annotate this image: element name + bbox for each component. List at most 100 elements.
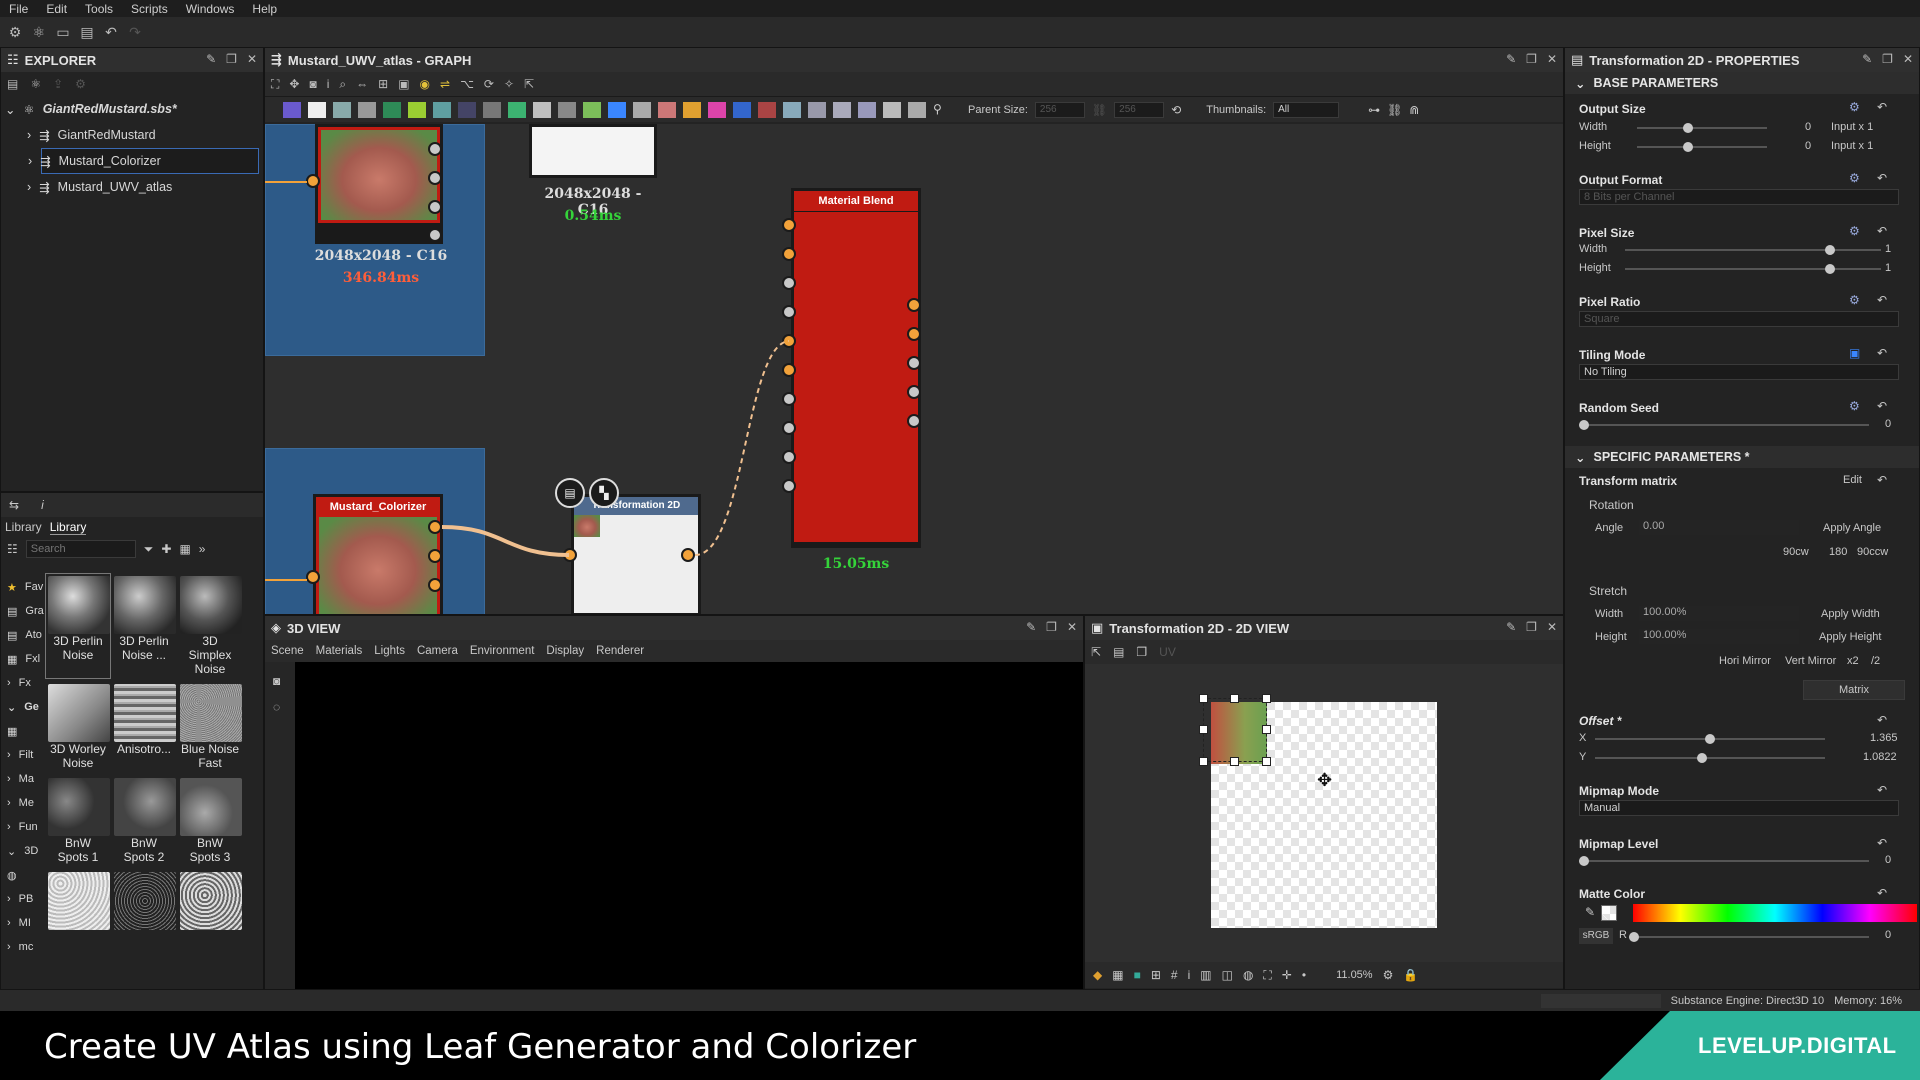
output-height-slider[interactable] bbox=[1637, 146, 1767, 148]
reset-size-icon[interactable]: ⟲ bbox=[1171, 103, 1181, 117]
red-channel-value[interactable]: 0 bbox=[1885, 929, 1891, 941]
matrix-button[interactable]: Matrix bbox=[1803, 680, 1905, 700]
gizmo-handle[interactable] bbox=[1199, 757, 1208, 766]
rotate-180-button[interactable]: 180 bbox=[1829, 546, 1847, 558]
open-folder-icon[interactable]: ▭ bbox=[54, 23, 72, 41]
pin-icon[interactable]: ✎ bbox=[1506, 620, 1516, 634]
library-tree-icon[interactable]: ⇆ bbox=[9, 498, 19, 512]
param-link-icon[interactable]: ⚙ bbox=[1849, 293, 1860, 307]
node-pixel-icon[interactable] bbox=[508, 101, 526, 118]
pin-icon[interactable]: ✎ bbox=[1862, 52, 1872, 66]
x2-button[interactable]: x2 bbox=[1847, 655, 1859, 667]
apply-angle-button[interactable]: Apply Angle bbox=[1823, 522, 1881, 534]
menu-scene[interactable]: Scene bbox=[271, 645, 304, 657]
node-warp-icon[interactable] bbox=[458, 101, 476, 118]
category-fun[interactable]: › Fun bbox=[1, 815, 41, 839]
copy-icon[interactable]: ❐ bbox=[1136, 645, 1147, 659]
grid-view-icon[interactable]: ▦ bbox=[179, 542, 190, 556]
node-grid-icon[interactable] bbox=[858, 101, 876, 118]
rotate-90cw-button[interactable]: 90cw bbox=[1783, 546, 1809, 558]
graph-canvas[interactable]: 2048x2048 - C16 346.84ms 2048x2048 - C16… bbox=[265, 124, 1563, 614]
gizmo-handle[interactable] bbox=[1262, 725, 1271, 734]
new-graph-icon[interactable]: ⚛ bbox=[30, 23, 48, 41]
reset-icon[interactable]: ↶ bbox=[1877, 399, 1887, 413]
reset-icon[interactable]: ↶ bbox=[1877, 836, 1887, 850]
node-stack-icon[interactable] bbox=[833, 101, 851, 118]
link-size-icon[interactable]: ⛓ bbox=[1092, 103, 1107, 117]
gizmo-handle[interactable] bbox=[1230, 757, 1239, 766]
magnet-icon[interactable]: ⋒ bbox=[1409, 103, 1419, 117]
output-format-select[interactable]: 8 Bits per Channel bbox=[1579, 189, 1899, 205]
menu-lights[interactable]: Lights bbox=[374, 645, 405, 657]
color-toggle-icon[interactable]: ■ bbox=[1134, 968, 1141, 982]
settings-icon[interactable]: ⚙ bbox=[1383, 968, 1394, 982]
grid-icon[interactable]: # bbox=[1171, 968, 1178, 982]
menu-windows[interactable]: Windows bbox=[177, 2, 244, 16]
color-wheel-icon[interactable]: ◍ bbox=[1243, 968, 1253, 982]
param-link-icon[interactable]: ▣ bbox=[1849, 346, 1860, 360]
filter-icon[interactable]: ⏷ bbox=[144, 542, 154, 557]
histogram-icon[interactable]: ▥ bbox=[1200, 968, 1211, 982]
category-ma[interactable]: › Ma bbox=[1, 767, 41, 791]
srgb-toggle[interactable]: sRGB bbox=[1579, 928, 1613, 944]
node-bitmap-icon[interactable] bbox=[283, 101, 301, 118]
thumb-3d-perlin-noise[interactable]: 3D Perlin Noise bbox=[45, 573, 111, 679]
node-shuffle-icon[interactable] bbox=[358, 101, 376, 118]
category-fav[interactable]: ★ Fav bbox=[1, 575, 43, 599]
output-width-value[interactable]: 0 bbox=[1805, 121, 1811, 133]
undo-icon[interactable]: ↶ bbox=[102, 23, 120, 41]
lock-icon[interactable]: 🔒 bbox=[1403, 968, 1418, 982]
thumb-blue-noise-fast[interactable]: Blue Noise Fast bbox=[177, 681, 243, 773]
node-input-icon[interactable] bbox=[533, 101, 551, 118]
thumb-row4-3[interactable] bbox=[177, 869, 243, 933]
category-mc[interactable]: › mc bbox=[1, 935, 41, 959]
publish-icon[interactable]: ⇪ bbox=[53, 77, 63, 91]
info-icon[interactable]: i bbox=[41, 498, 44, 512]
float-icon[interactable]: ❐ bbox=[1046, 620, 1057, 634]
expand-icon[interactable]: » bbox=[199, 542, 206, 556]
pixel-height-value[interactable]: 1 bbox=[1885, 262, 1891, 274]
edit-button[interactable]: Edit bbox=[1843, 474, 1862, 486]
hori-mirror-button[interactable]: Hori Mirror bbox=[1719, 655, 1771, 667]
node-levels-icon[interactable] bbox=[408, 101, 426, 118]
pin-icon[interactable]: ✎ bbox=[1026, 620, 1036, 634]
param-link-icon[interactable]: ⚙ bbox=[1849, 171, 1860, 185]
tab-library-1[interactable]: Library bbox=[5, 520, 42, 535]
matte-color-swatch[interactable] bbox=[1601, 905, 1617, 921]
thumb-row4-2[interactable] bbox=[111, 869, 177, 933]
redo-icon[interactable]: ↷ bbox=[126, 23, 144, 41]
pixel-height-knob[interactable] bbox=[1825, 264, 1835, 274]
node-uniform-icon[interactable] bbox=[308, 101, 326, 118]
reset-icon[interactable]: ↶ bbox=[1877, 886, 1887, 900]
mipmap-level-knob[interactable] bbox=[1579, 856, 1589, 866]
layers-icon[interactable]: ◆ bbox=[1093, 968, 1102, 982]
mipmap-mode-select[interactable]: Manual bbox=[1579, 800, 1899, 816]
close-icon[interactable]: ✕ bbox=[1547, 52, 1557, 66]
thumb-bnw-spots-1[interactable]: BnW Spots 1 bbox=[45, 775, 111, 867]
offset-y-knob[interactable] bbox=[1697, 753, 1707, 763]
category-ato[interactable]: ▤ Ato bbox=[1, 623, 42, 647]
view-3d-viewport[interactable] bbox=[295, 662, 1083, 989]
output-height-knob[interactable] bbox=[1683, 142, 1693, 152]
apply-height-button[interactable]: Apply Height bbox=[1819, 631, 1881, 643]
close-icon[interactable]: ✕ bbox=[1547, 620, 1557, 634]
float-icon[interactable]: ❐ bbox=[1882, 52, 1893, 66]
thumb-bnw-spots-3[interactable]: BnW Spots 3 bbox=[177, 775, 243, 867]
reset-icon[interactable]: ↶ bbox=[1877, 224, 1887, 238]
node-comment-icon[interactable] bbox=[883, 101, 901, 118]
chevron-right-icon[interactable]: › bbox=[28, 154, 32, 168]
param-link-icon[interactable]: ⚙ bbox=[1849, 399, 1860, 413]
center-icon[interactable]: ✛ bbox=[1282, 968, 1292, 982]
thumb-row4-1[interactable] bbox=[45, 869, 111, 933]
menu-display[interactable]: Display bbox=[546, 645, 584, 657]
align-icon[interactable]: ⇔ bbox=[356, 77, 368, 91]
offset-y-value[interactable]: 1.0822 bbox=[1863, 751, 1897, 763]
pixel-width-knob[interactable] bbox=[1825, 245, 1835, 255]
chevron-down-icon[interactable]: ⌄ bbox=[1575, 76, 1585, 91]
info-icon[interactable]: i bbox=[1188, 968, 1191, 982]
menu-materials[interactable]: Materials bbox=[316, 645, 363, 657]
refresh-icon[interactable]: ⟳ bbox=[484, 77, 494, 91]
category-filt[interactable]: › Filt bbox=[1, 743, 41, 767]
branch-icon[interactable]: ⌥ bbox=[460, 77, 474, 91]
random-seed-knob[interactable] bbox=[1579, 420, 1589, 430]
